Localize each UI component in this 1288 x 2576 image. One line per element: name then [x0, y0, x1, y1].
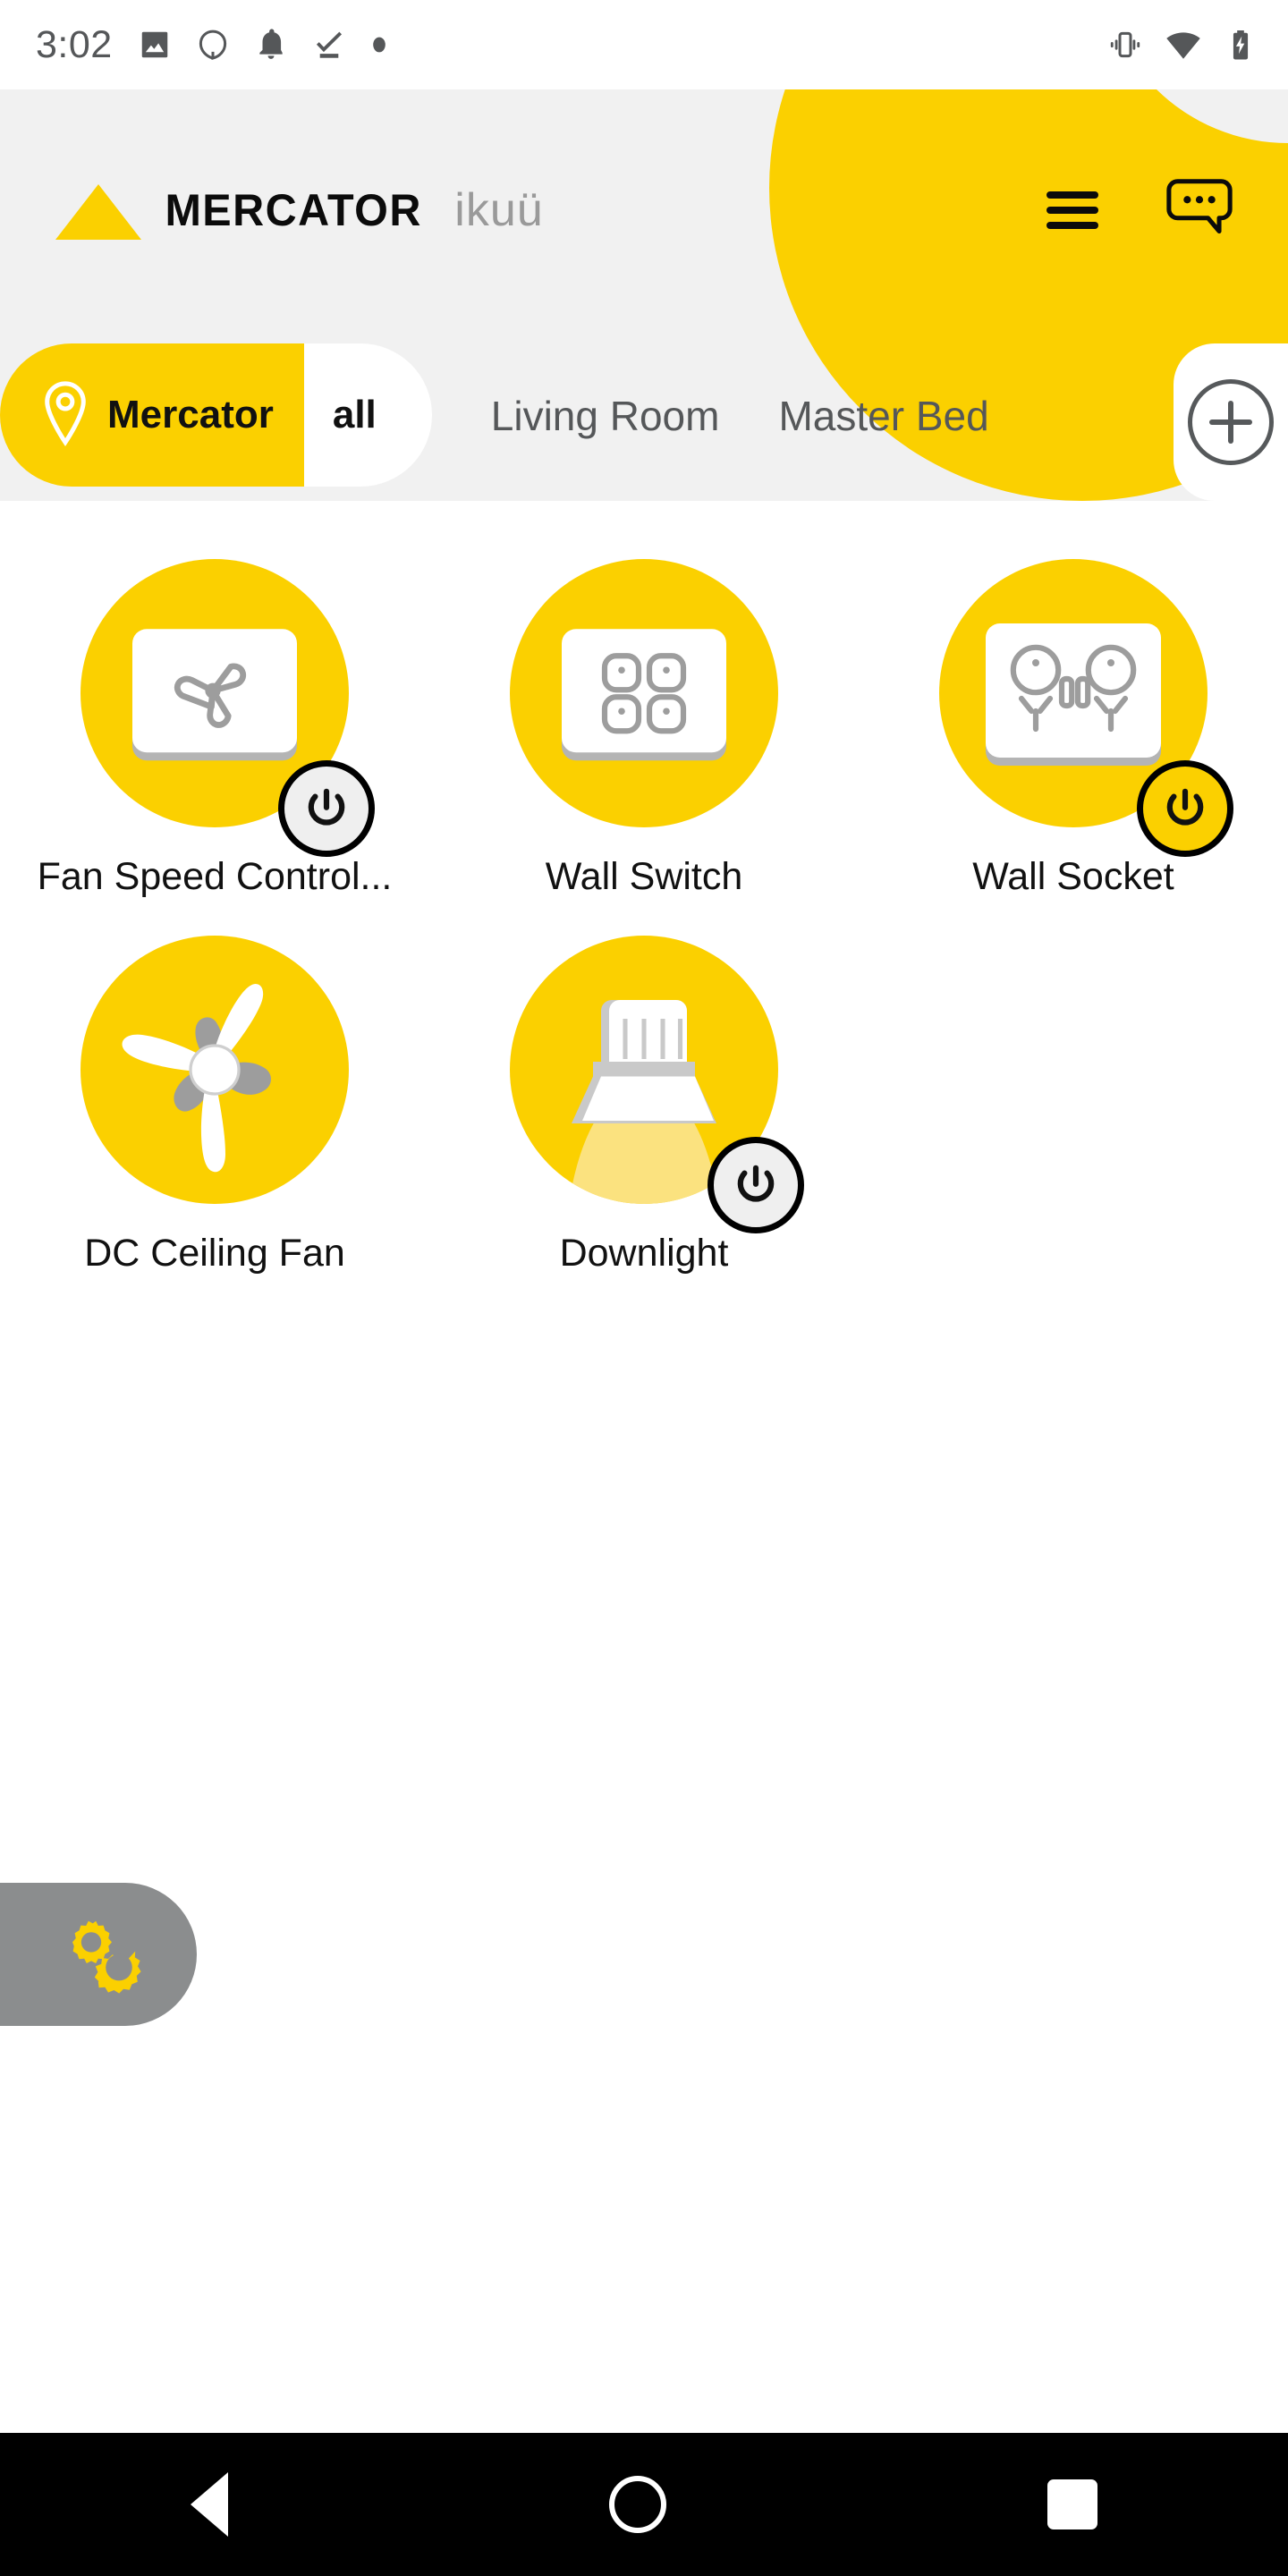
- brand-name-secondary: ikuü: [454, 184, 544, 236]
- hamburger-menu-icon[interactable]: [1046, 191, 1098, 229]
- status-bar-notification-icons: [138, 28, 388, 62]
- power-toggle-button[interactable]: [1137, 760, 1233, 857]
- power-toggle-button[interactable]: [708, 1137, 804, 1233]
- chat-bubble-icon[interactable]: [1165, 176, 1234, 245]
- device-icon-wrapper: [487, 537, 801, 850]
- hamburger-bar-1: [1046, 191, 1098, 199]
- power-toggle-button[interactable]: [278, 760, 375, 857]
- status-bar-clock: 3:02: [36, 22, 113, 66]
- header-actions: [1046, 89, 1234, 331]
- mercator-triangle-icon: [55, 184, 141, 240]
- home-selector-pill[interactable]: Mercator: [0, 343, 304, 487]
- brand-name-primary: MERCATOR: [165, 185, 422, 235]
- room-tab-bar: Mercator all Living Room Master Bed: [0, 331, 1288, 501]
- battery-charging-icon: [1224, 28, 1258, 62]
- wifi-icon: [1165, 26, 1202, 64]
- wall-socket-icon: [986, 623, 1161, 758]
- back-triangle-icon[interactable]: [191, 2472, 228, 2537]
- notification-bell-icon: [254, 28, 288, 62]
- dot-icon: [370, 36, 388, 54]
- plus-circle-icon: [1188, 379, 1274, 465]
- device-icon-wrapper: [487, 913, 804, 1233]
- location-pin-icon: [39, 380, 91, 451]
- device-tile-wall-switch[interactable]: Wall Switch: [429, 537, 859, 899]
- fan-speed-controller-icon: [132, 629, 297, 753]
- device-label: Fan Speed Control...: [37, 855, 393, 898]
- device-tile-fan-speed-control[interactable]: Fan Speed Control...: [0, 537, 429, 899]
- device-content-area: Fan Speed Control... Wall Switch Wall So…: [0, 501, 1288, 2433]
- room-tab-scroller[interactable]: Mercator all Living Room Master Bed: [0, 331, 1288, 501]
- device-tile-downlight[interactable]: Downlight: [429, 913, 859, 1275]
- vibrate-icon: [1107, 27, 1143, 63]
- messenger-icon: [196, 28, 230, 62]
- device-label: Downlight: [559, 1232, 729, 1275]
- home-and-all-pill-group: Mercator all: [0, 343, 432, 487]
- device-tile-dc-ceiling-fan[interactable]: DC Ceiling Fan: [0, 913, 429, 1275]
- tab-living-room[interactable]: Living Room: [491, 395, 720, 436]
- device-label: Wall Switch: [545, 855, 743, 898]
- hamburger-bar-2: [1046, 207, 1098, 214]
- app-logo: MERCATOR ikuü: [55, 89, 544, 331]
- device-disc: [80, 936, 349, 1204]
- home-circle-icon[interactable]: [609, 2476, 666, 2533]
- device-grid: Fan Speed Control... Wall Switch Wall So…: [0, 501, 1288, 1290]
- settings-side-tab[interactable]: [0, 1883, 197, 2026]
- add-room-button[interactable]: [1174, 343, 1288, 501]
- gears-settings-icon: [63, 1910, 148, 2000]
- image-icon: [138, 28, 172, 62]
- device-tile-wall-socket[interactable]: Wall Socket: [859, 537, 1288, 899]
- app-header: MERCATOR ikuü: [0, 89, 1288, 331]
- device-icon-wrapper: [58, 913, 371, 1226]
- status-bar: 3:02: [0, 0, 1288, 89]
- wall-switch-icon: [562, 629, 726, 753]
- hamburger-bar-3: [1046, 222, 1098, 229]
- status-bar-system-icons: [1107, 26, 1258, 64]
- device-icon-wrapper: [58, 537, 375, 857]
- device-icon-wrapper: [917, 537, 1233, 857]
- device-label: DC Ceiling Fan: [84, 1232, 345, 1275]
- recents-square-icon[interactable]: [1047, 2479, 1097, 2529]
- tab-master-bed[interactable]: Master Bed: [778, 395, 988, 436]
- home-selector-label: Mercator: [107, 393, 274, 436]
- device-label: Wall Socket: [972, 855, 1174, 898]
- android-navigation-bar: [0, 2433, 1288, 2576]
- ceiling-fan-icon: [80, 936, 349, 1204]
- tasks-check-icon: [312, 28, 346, 62]
- tab-all-label: all: [332, 393, 377, 436]
